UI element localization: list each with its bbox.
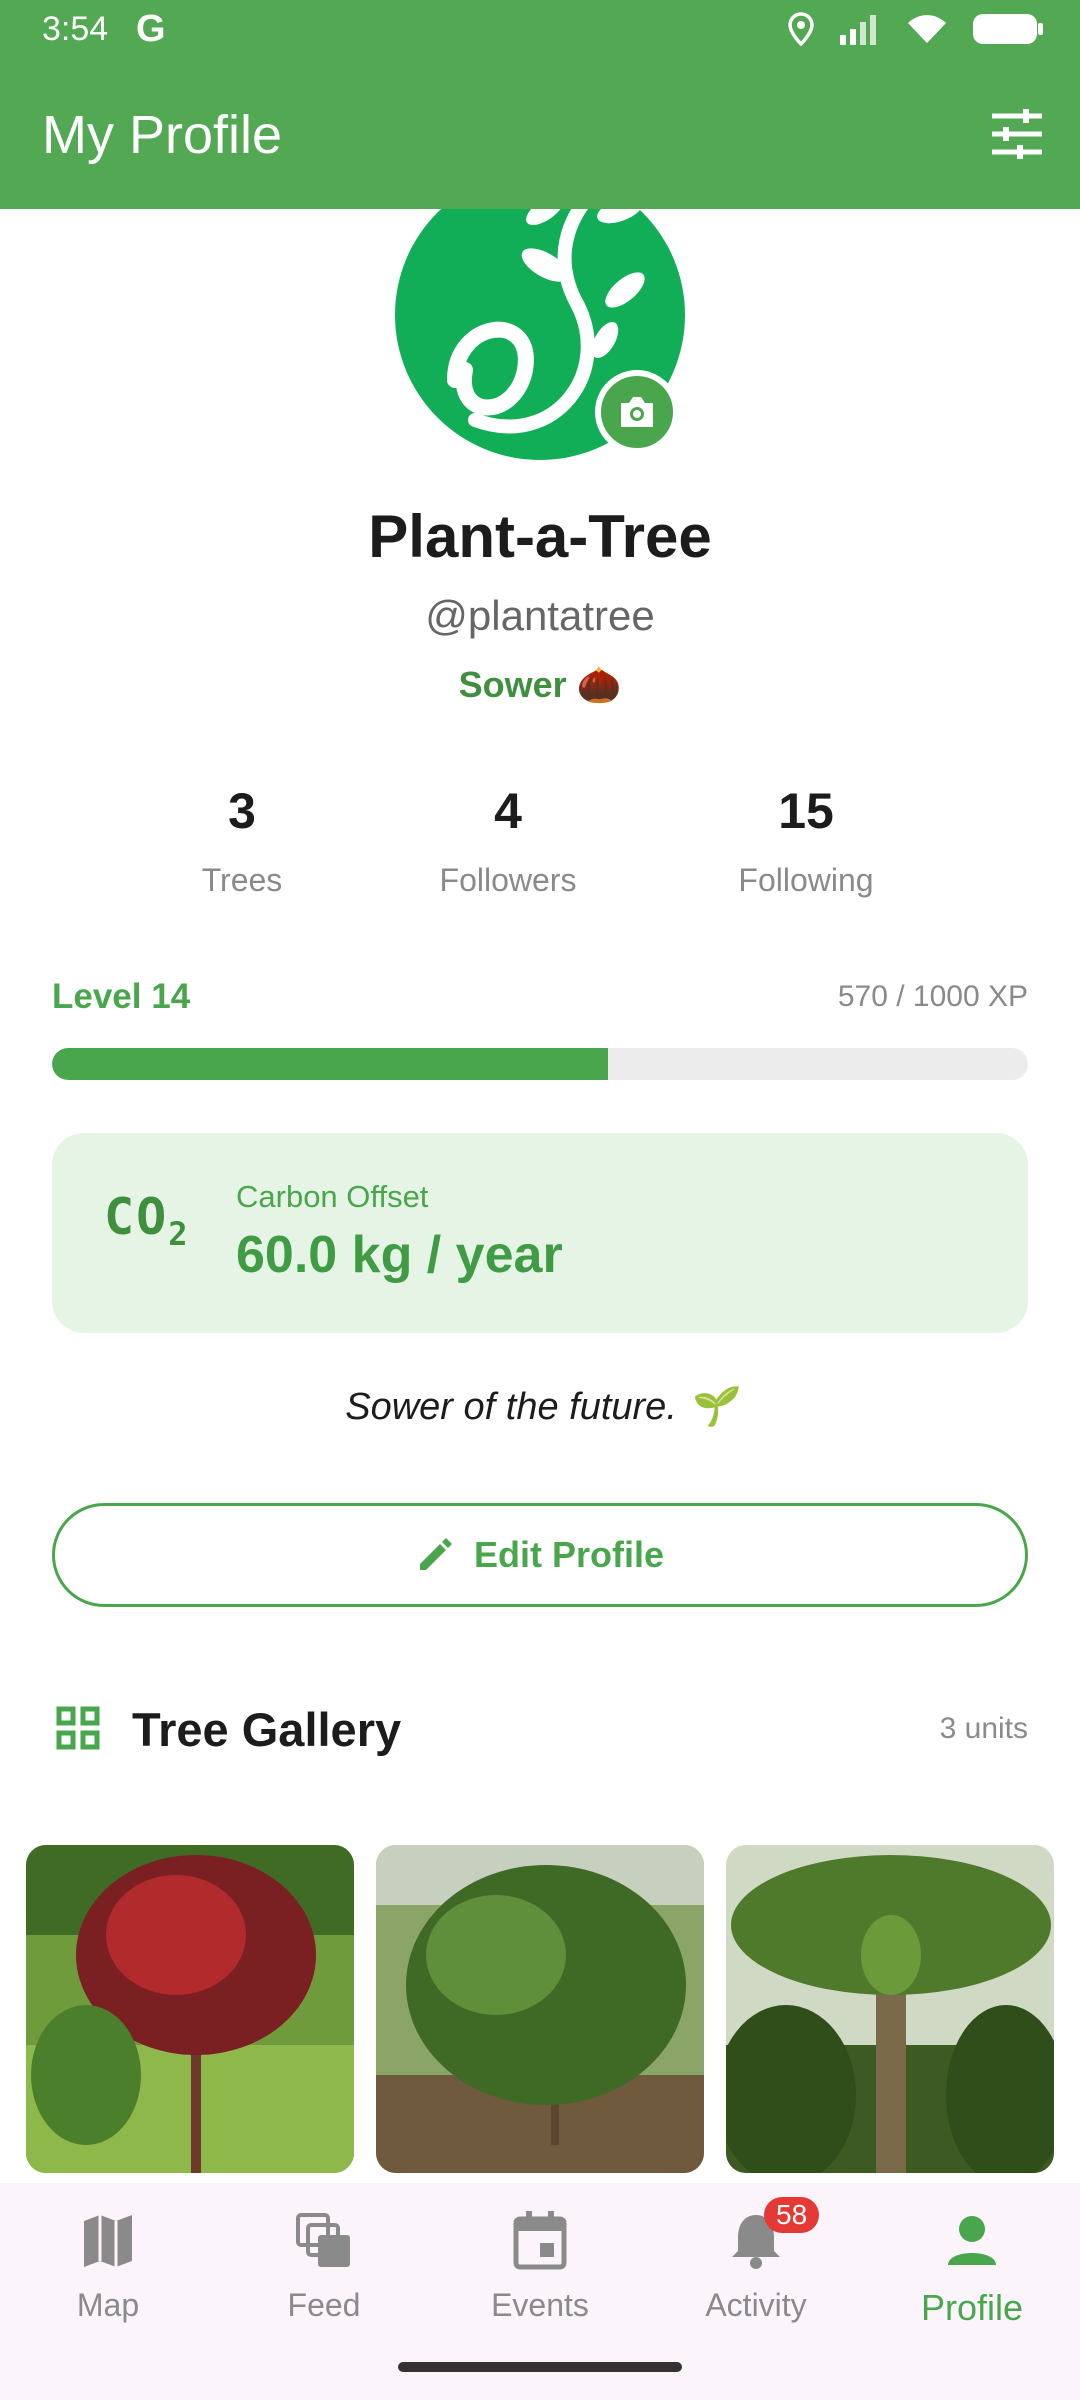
camera-icon bbox=[621, 397, 653, 427]
profile-handle: @plantatree bbox=[425, 592, 655, 639]
map-icon bbox=[84, 2215, 132, 2267]
feed-icon bbox=[296, 2213, 350, 2267]
carbon-value: 60.0 kg / year bbox=[236, 1226, 563, 1284]
stat-trees[interactable]: 3 Trees bbox=[112, 782, 372, 899]
nav-events[interactable]: Events bbox=[432, 2209, 648, 2324]
stat-label: Trees bbox=[201, 862, 283, 898]
xp-progress-fill bbox=[52, 1048, 609, 1080]
page-title: My Profile bbox=[42, 105, 283, 165]
status-icons bbox=[788, 12, 1044, 46]
nav-map[interactable]: Map bbox=[0, 2209, 216, 2324]
profile-name: Plant-a-Tree bbox=[368, 503, 712, 570]
stat-following[interactable]: 15 Following bbox=[676, 782, 936, 899]
location-icon bbox=[788, 12, 814, 46]
edit-profile-button[interactable]: Edit Profile bbox=[52, 1503, 1028, 1607]
home-indicator bbox=[398, 2362, 682, 2372]
stat-value: 15 bbox=[778, 783, 834, 839]
signal-icon bbox=[840, 15, 876, 45]
stat-label: Followers bbox=[439, 862, 577, 898]
nav-label: Activity bbox=[705, 2287, 807, 2323]
profile-screen: { "status_bar": {"time": "3:54", "google… bbox=[0, 0, 1080, 2400]
xp-text: 570 / 1000 XP bbox=[837, 980, 1028, 1013]
stat-value: 4 bbox=[494, 783, 522, 839]
level-label: Level 14 bbox=[52, 977, 191, 1016]
gallery-photo[interactable] bbox=[376, 1845, 704, 2173]
calendar-icon bbox=[513, 2211, 567, 2270]
tree-photo-2 bbox=[376, 1845, 704, 2173]
gallery-photo[interactable] bbox=[26, 1845, 354, 2173]
battery-icon bbox=[973, 14, 1043, 44]
gallery-photo[interactable] bbox=[726, 1845, 1054, 2173]
nav-label: Profile bbox=[920, 2287, 1024, 2328]
edit-profile-label: Edit Profile bbox=[473, 1534, 665, 1575]
status-time: 3:54 bbox=[42, 10, 109, 48]
change-photo-button[interactable] bbox=[595, 370, 679, 454]
tune-icon[interactable] bbox=[990, 108, 1044, 160]
grid-icon bbox=[56, 1706, 100, 1750]
nav-activity[interactable]: 58 Activity bbox=[648, 2197, 864, 2324]
stat-label: Following bbox=[738, 862, 874, 898]
carbon-offset-card: CO2 Carbon Offset 60.0 kg / year bbox=[52, 1133, 1028, 1333]
co2-icon: CO2 bbox=[104, 1188, 190, 1253]
nav-feed[interactable]: Feed bbox=[216, 2209, 432, 2324]
google-icon: G bbox=[136, 8, 166, 50]
tree-photo-1 bbox=[26, 1845, 354, 2173]
notification-badge: 58 bbox=[764, 2197, 820, 2233]
wifi-icon bbox=[908, 15, 946, 43]
app-bar: 3:54 G My Profile bbox=[0, 0, 1080, 209]
nav-label: Map bbox=[76, 2287, 140, 2323]
pencil-icon bbox=[419, 1538, 452, 1570]
nav-label: Events bbox=[491, 2287, 589, 2323]
nav-profile[interactable]: Profile bbox=[864, 2209, 1080, 2329]
stat-value: 3 bbox=[228, 783, 256, 839]
status-bar: 3:54 G bbox=[0, 0, 1080, 64]
stat-followers[interactable]: 4 Followers bbox=[378, 782, 638, 899]
gallery-title: Tree Gallery bbox=[132, 1703, 402, 1756]
tree-gallery bbox=[26, 1845, 1054, 2173]
xp-progress-bar bbox=[52, 1048, 1028, 1080]
gallery-count: 3 units bbox=[939, 1712, 1028, 1745]
profile-bio: Sower of the future. 🌱 bbox=[345, 1386, 735, 1428]
profile-stats: 3 Trees 4 Followers 15 Following bbox=[0, 782, 1080, 902]
avatar-container bbox=[395, 170, 685, 460]
profile-rank: Sower 🌰 bbox=[458, 664, 622, 705]
person-icon bbox=[948, 2216, 996, 2265]
nav-label: Feed bbox=[287, 2287, 361, 2323]
carbon-label: Carbon Offset bbox=[236, 1179, 429, 1214]
tree-photo-3 bbox=[726, 1845, 1054, 2173]
